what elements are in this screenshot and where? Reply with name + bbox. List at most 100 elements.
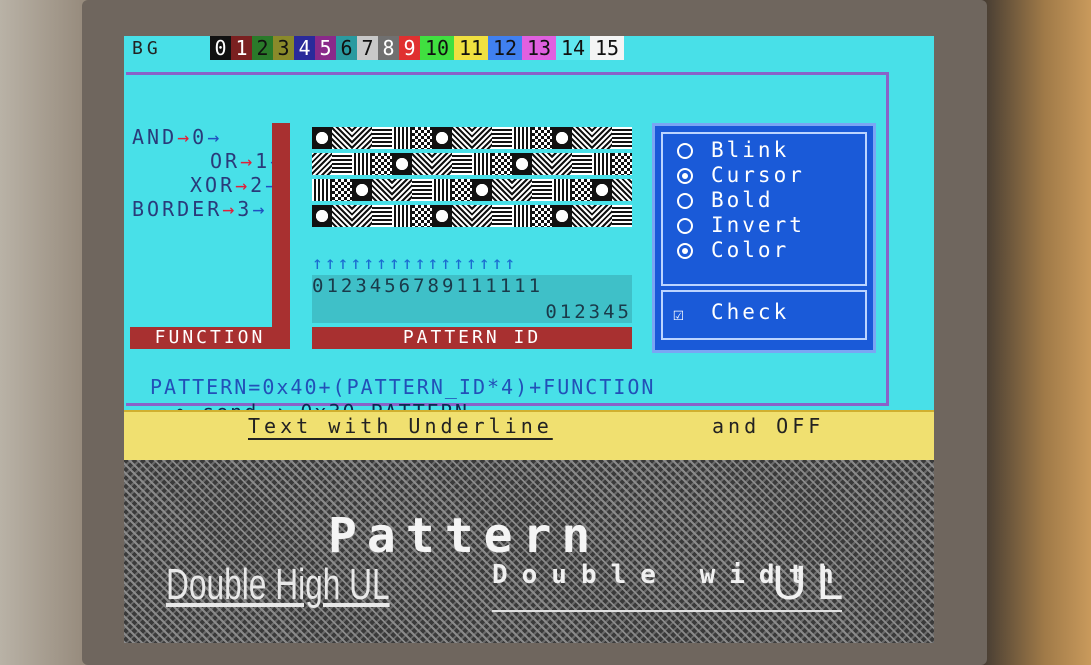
- pattern-cell: [612, 153, 632, 175]
- radio-icon: [677, 143, 693, 159]
- palette-swatch: 9: [399, 36, 420, 60]
- pattern-cell: [492, 127, 512, 149]
- pattern-cell: [392, 153, 412, 175]
- pattern-cell: [592, 205, 612, 227]
- options-box: Blink Cursor Bold Invert Color ☑ Check: [652, 123, 876, 353]
- pattern-cell: [492, 205, 512, 227]
- pattern-cell: [492, 179, 512, 201]
- pattern-cell: [312, 205, 332, 227]
- pattern-cell: [552, 153, 572, 175]
- pattern-cell: [452, 153, 472, 175]
- pattern-cell: [432, 205, 452, 227]
- option-bold[interactable]: Bold: [677, 188, 774, 212]
- pattern-cell: [372, 153, 392, 175]
- pattern-cell: [592, 179, 612, 201]
- pattern-cell: [392, 205, 412, 227]
- pattern-cell: [392, 179, 412, 201]
- function-row-xor: XOR→2→: [190, 173, 277, 197]
- check-option[interactable]: ☑ Check: [661, 290, 867, 340]
- pattern-cell: [552, 205, 572, 227]
- pattern-cell: [432, 153, 452, 175]
- pattern-cell: [412, 153, 432, 175]
- function-row-or: OR→1→: [210, 149, 282, 173]
- palette-swatch: 11: [454, 36, 488, 60]
- pattern-cell: [372, 179, 392, 201]
- options-list: Blink Cursor Bold Invert Color: [661, 132, 867, 286]
- lcd-screen: BG 0123456789101112131415 AND→0→ OR→1→ X…: [124, 36, 934, 643]
- pattern-cell: [612, 205, 632, 227]
- pattern-cell: [512, 179, 532, 201]
- palette-swatch: 7: [357, 36, 378, 60]
- pattern-cell: [352, 205, 372, 227]
- pattern-cell: [512, 127, 532, 149]
- pattern-cell: [572, 205, 592, 227]
- function-row-and: AND→0→: [132, 125, 223, 149]
- radio-icon: [677, 193, 693, 209]
- demo-panel: AND→0→ OR→1→ XOR→2→ BORDER→3→ FUNCTION ↑…: [126, 72, 889, 424]
- pattern-id-arrows: ↑↑↑↑↑↑↑↑↑↑↑↑↑↑↑↑: [312, 253, 518, 274]
- pattern-cell: [452, 205, 472, 227]
- underline-band: Text with Underline and OFF: [124, 410, 934, 462]
- pattern-cell: [412, 205, 432, 227]
- pattern-cell: [332, 205, 352, 227]
- palette-swatch: 1: [231, 36, 252, 60]
- double-high-text: Double High UL: [166, 560, 390, 609]
- pattern-grid: [312, 127, 632, 251]
- palette-swatch: 12: [488, 36, 522, 60]
- pattern-cell: [472, 153, 492, 175]
- pattern-cell: [312, 179, 332, 201]
- pattern-formula: PATTERN=0x40+(PATTERN_ID*4)+FUNCTION: [150, 375, 656, 399]
- pattern-cell: [572, 153, 592, 175]
- pattern-cell: [412, 179, 432, 201]
- pattern-cell: [512, 205, 532, 227]
- radio-selected-icon: [677, 243, 693, 259]
- pattern-cell: [312, 153, 332, 175]
- pattern-cell: [432, 179, 452, 201]
- palette-swatch: 15: [590, 36, 624, 60]
- palette-swatch: 8: [378, 36, 399, 60]
- underline-off-text: and OFF: [712, 414, 825, 438]
- pattern-cell: [572, 179, 592, 201]
- option-blink[interactable]: Blink: [677, 138, 789, 162]
- function-row-border: BORDER→3→: [132, 197, 268, 221]
- pattern-cell: [352, 127, 372, 149]
- pattern-cell: [492, 153, 512, 175]
- desk-background-right: [975, 0, 1091, 665]
- pattern-cell: [412, 127, 432, 149]
- palette-swatch: 13: [522, 36, 556, 60]
- option-color[interactable]: Color: [677, 238, 789, 262]
- pattern-cell: [452, 179, 472, 201]
- pattern-cell: [352, 179, 372, 201]
- pattern-row: [312, 127, 632, 149]
- pattern-cell: [612, 179, 632, 201]
- palette-swatch: 2: [252, 36, 273, 60]
- double-width-underline: [492, 610, 842, 612]
- option-invert[interactable]: Invert: [677, 213, 805, 237]
- pattern-cell: [332, 127, 352, 149]
- pattern-cell: [332, 153, 352, 175]
- pattern-cell: [312, 127, 332, 149]
- pattern-id-digits-row2: 012345: [545, 301, 632, 323]
- pattern-cell: [572, 127, 592, 149]
- pattern-row: [312, 153, 632, 175]
- pattern-id-caption: PATTERN ID: [312, 327, 632, 349]
- ul-text: UL: [772, 557, 854, 610]
- option-cursor[interactable]: Cursor: [677, 163, 805, 187]
- pattern-cell: [592, 153, 612, 175]
- pattern-cell: [352, 153, 372, 175]
- palette-swatch: 6: [336, 36, 357, 60]
- pattern-cell: [432, 127, 452, 149]
- palette-swatch: 3: [273, 36, 294, 60]
- pattern-row: [312, 205, 632, 227]
- function-caption: FUNCTION: [130, 327, 290, 349]
- checkbox-icon: ☑: [673, 304, 684, 325]
- pattern-id-digits-row1: 0123456789111111: [312, 275, 544, 297]
- radio-icon: [677, 218, 693, 234]
- pattern-cell: [512, 153, 532, 175]
- pattern-row: [312, 179, 632, 201]
- pattern-cell: [392, 127, 412, 149]
- pattern-cell: [372, 205, 392, 227]
- pattern-cell: [472, 205, 492, 227]
- pattern-cell: [612, 127, 632, 149]
- radio-selected-icon: [677, 168, 693, 184]
